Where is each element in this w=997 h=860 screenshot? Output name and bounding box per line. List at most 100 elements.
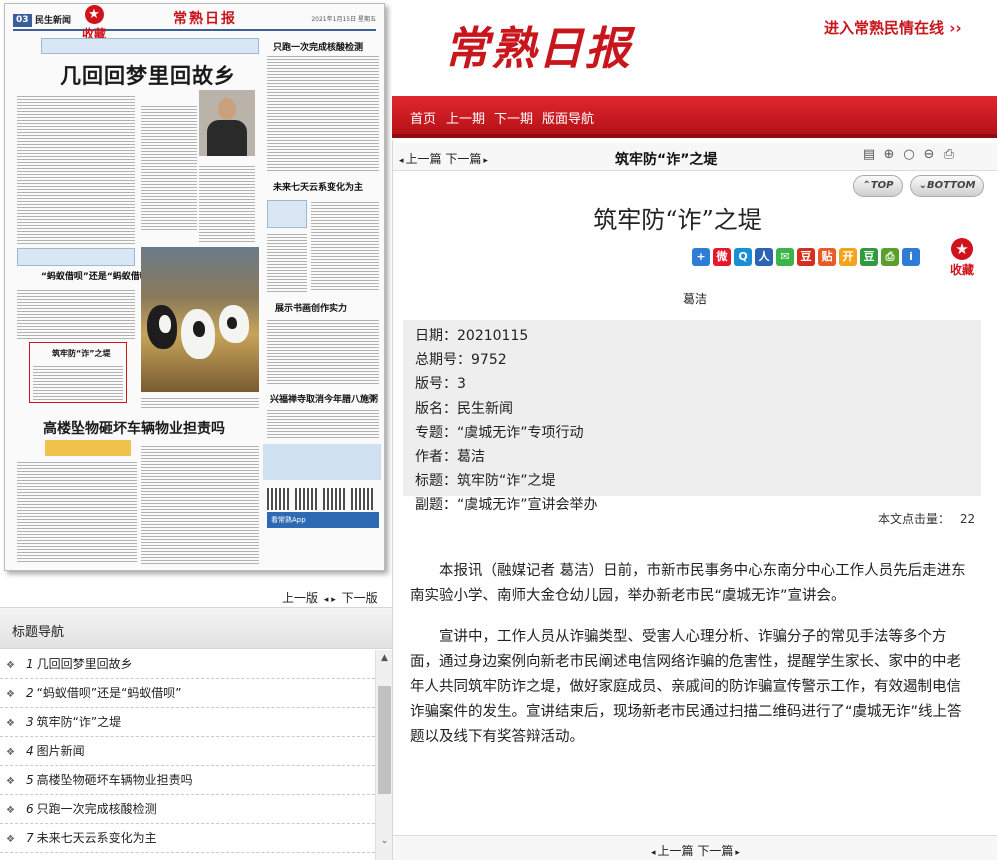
toc-item[interactable]: ❖ 4 图片新闻	[0, 737, 375, 766]
preview-subhead[interactable]: 展示书画创作实力	[275, 301, 347, 314]
weibo-icon[interactable]: 微	[713, 248, 731, 266]
bullet-icon: ❖	[6, 805, 15, 816]
zoom-out-icon[interactable]: ⊖	[921, 146, 937, 164]
weather-box	[267, 200, 307, 228]
collect-label: 收藏	[950, 263, 975, 277]
toolbar-article-title: 筑牢防“诈”之堤	[615, 152, 718, 168]
tieba-icon[interactable]: 贴	[818, 248, 836, 266]
collect-article-button[interactable]: ★ 收藏	[950, 238, 974, 278]
preview-subhead[interactable]: 未来七天云系变化为主	[273, 180, 363, 193]
next-article-link[interactable]: 下一篇	[445, 152, 481, 166]
page-preview-header: 03 民生新闻 常熟日报 2021年1月15日 星期五	[5, 4, 384, 32]
scroll-thumb[interactable]	[378, 686, 391, 794]
page-section-name: 民生新闻	[35, 16, 72, 26]
prev-page-link[interactable]: 上一版	[282, 591, 318, 605]
star-icon: ★	[951, 238, 973, 260]
page-number-badge: 03	[13, 14, 32, 27]
newspaper-page-preview[interactable]: 03 民生新闻 常熟日报 2021年1月15日 星期五 ★ 收藏 只跑一次完成核…	[4, 3, 385, 571]
nav-prev-issue[interactable]: 上一期	[446, 108, 485, 127]
top-button[interactable]: ⌃TOP	[853, 175, 903, 197]
toc-item-label: 高楼坠物砸坏车辆物业担责吗	[36, 773, 193, 787]
article-author: 葛洁	[682, 292, 707, 306]
next-page-link[interactable]: 下一版	[342, 591, 378, 605]
bullet-icon: ❖	[6, 747, 15, 758]
meta-row: 标题：筑牢防“诈”之堤	[415, 473, 556, 490]
arrow-left-icon: ◂	[651, 848, 656, 858]
page-date: 2021年1月15日 星期五	[311, 16, 376, 23]
douban-green-icon[interactable]: 豆	[860, 248, 878, 266]
preview-text-block	[199, 164, 255, 244]
preview-text-block	[141, 444, 259, 564]
qzone-icon[interactable]: Q	[734, 248, 752, 266]
article-title: 筑牢防“诈”之堤	[593, 206, 762, 234]
scroll-up-icon[interactable]: ▲	[376, 650, 393, 667]
renren-icon[interactable]: 人	[755, 248, 773, 266]
toc-item-label: 只跑一次完成核酸检测	[36, 802, 157, 816]
toc-item[interactable]: ❖ 1 几回回梦里回故乡	[0, 650, 375, 679]
site-logo[interactable]: 常熟日报	[444, 12, 632, 77]
preview-text-block	[17, 460, 137, 564]
preview-subhead-selected[interactable]: 筑牢防“诈”之堤	[52, 348, 111, 359]
toc-item[interactable]: ❖ 6 只跑一次完成核酸检测	[0, 795, 375, 824]
douban-icon[interactable]: 豆	[797, 248, 815, 266]
hits-value: 22	[959, 512, 976, 526]
meta-row: 日期：20210115	[415, 328, 529, 344]
article-paragraph: 本报讯（融媒记者 葛洁）日前，市新市民事务中心东南分中心工作人员先后走进东南实验…	[410, 563, 966, 604]
preview-subhead[interactable]: 只跑一次完成核酸检测	[273, 40, 363, 53]
bullet-icon: ❖	[6, 689, 15, 700]
prev-article-link[interactable]: 上一篇	[658, 844, 694, 858]
preview-text-block	[267, 318, 379, 386]
cattle-photo[interactable]	[141, 247, 259, 392]
print-icon[interactable]: ⎙	[881, 248, 899, 266]
next-article-link[interactable]: 下一篇	[697, 844, 733, 858]
preview-headline[interactable]: 高楼坠物砸坏车辆物业担责吗	[43, 418, 225, 438]
toc-item-label: “蚂蚁借呗”还是“蚂蚁借呗”	[36, 686, 182, 700]
print-icon[interactable]: ⎙	[941, 146, 957, 164]
info-icon[interactable]: i	[902, 248, 920, 266]
prev-article-link[interactable]: 上一篇	[406, 152, 442, 166]
nav-next-issue[interactable]: 下一期	[494, 108, 533, 127]
meta-row: 专题：“虞城无诈”专项行动	[415, 424, 584, 441]
preview-subhead[interactable]: 兴福禅寺取消今年腊八施粥	[270, 392, 378, 405]
arrow-right-icon: ▸	[483, 156, 488, 166]
wechat-icon[interactable]: ✉	[776, 248, 794, 266]
preview-text-block	[267, 232, 307, 292]
article-body: 本报讯（融媒记者 葛洁）日前，市新市民事务中心东南分中心工作人员先后走进东南实验…	[410, 559, 975, 766]
chevron-down-icon[interactable]: ⌄	[376, 833, 393, 850]
kaixin-icon[interactable]: 开	[839, 248, 857, 266]
meta-row: 版名：民生新闻	[415, 400, 513, 417]
collect-button[interactable]: ★ 收藏	[82, 5, 106, 42]
toc-item[interactable]: ❖ 3 筑牢防“诈”之堤	[0, 708, 375, 737]
preview-text-block	[17, 288, 135, 340]
qr-code-icon	[295, 488, 317, 510]
app-promo-bar: 看常熟App	[267, 512, 379, 528]
zoom-in-icon[interactable]: ⊕	[881, 146, 897, 164]
article-meta: 日期：20210115 总期号：9752 版号：3 版名：民生新闻 专题：“虞城…	[403, 320, 981, 513]
toc-item[interactable]: ❖ 5 高楼坠物砸坏车辆物业担责吗	[0, 766, 375, 795]
arrow-right-icon: ▸	[735, 848, 740, 858]
preview-headline[interactable]: 几回回梦里回故乡	[60, 60, 236, 90]
toc-item-label: 未来七天云系变化为主	[36, 831, 157, 845]
note-icon[interactable]: ▤	[861, 146, 877, 164]
intro-strip	[41, 38, 259, 54]
bottom-button[interactable]: ⌄BOTTOM	[910, 175, 984, 197]
toc-scrollbar[interactable]: ▲ ⌄	[375, 650, 392, 860]
main-nav: 首页 上一期 下一期 版面导航	[392, 96, 997, 138]
qr-code-icon	[267, 488, 289, 510]
portrait-photo[interactable]	[199, 90, 255, 156]
header-rule	[13, 29, 376, 31]
toc-item[interactable]: ❖ 2 “蚂蚁借呗”还是“蚂蚁借呗”	[0, 679, 375, 708]
nav-home[interactable]: 首页	[410, 108, 436, 127]
bullet-icon: ❖	[6, 776, 15, 787]
preview-subhead[interactable]: “蚂蚁借呗”还是“蚂蚁借呗”	[41, 269, 155, 282]
plus-icon[interactable]: +	[692, 248, 710, 266]
hit-counter: 本文点击量： 22	[878, 510, 975, 527]
search-icon[interactable]: ○	[901, 146, 917, 164]
preview-text-block	[267, 54, 379, 172]
hits-label: 本文点击量：	[878, 512, 951, 526]
article-toolbar: ◂ 上一篇 下一篇 ▸ 筑牢防“诈”之堤 ▤ ⊕ ○ ⊖ ⎙	[393, 143, 997, 171]
meta-row: 版号：3	[415, 376, 466, 393]
online-forum-link[interactable]: 进入常熟民情在线 ››	[824, 17, 962, 38]
nav-page-directory[interactable]: 版面导航	[542, 108, 594, 127]
toc-item[interactable]: ❖ 7 未来七天云系变化为主	[0, 824, 375, 853]
